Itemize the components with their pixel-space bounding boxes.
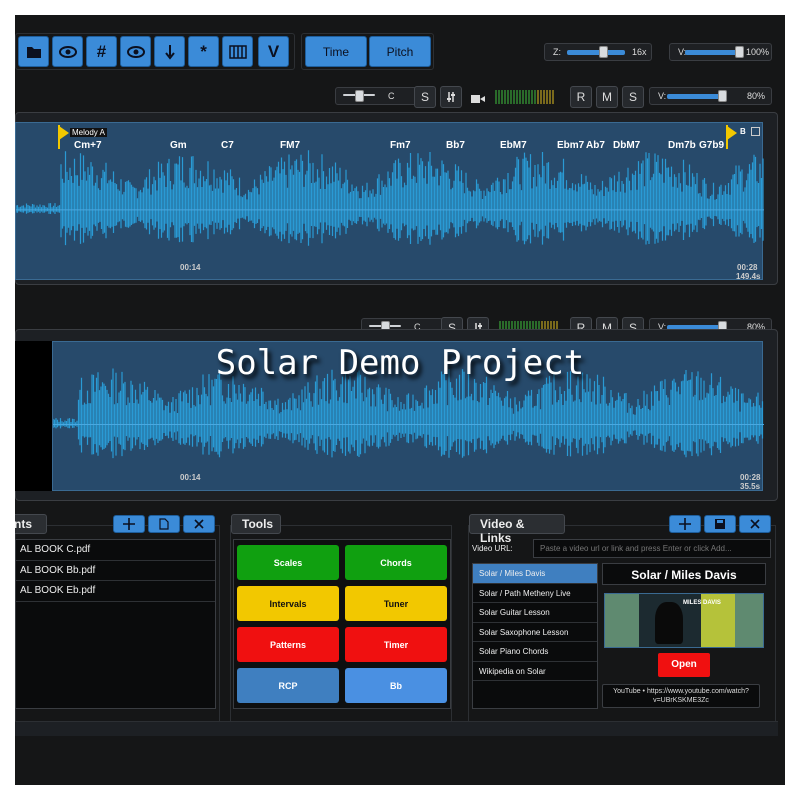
documents-list: AL BOOK C.pdf AL BOOK Bb.pdf AL BOOK Eb.… [15, 539, 216, 709]
status-bar [15, 721, 778, 736]
document-item[interactable]: AL BOOK Bb.pdf [16, 561, 215, 581]
document-item[interactable]: AL BOOK C.pdf [16, 540, 215, 561]
new-file-icon[interactable] [148, 515, 180, 533]
chord-label: Gm [170, 140, 187, 151]
open-video-button[interactable]: Open [658, 653, 710, 677]
asterisk-icon[interactable]: * [188, 36, 219, 67]
app-window: # * V Time Pitch Z: 16x V: 100% C S R M … [15, 15, 785, 785]
track1-pitch-key: C [388, 91, 395, 101]
zoom-label: Z: [553, 47, 561, 57]
chord-label: EbM7 [500, 140, 527, 151]
chords-button[interactable]: Chords [345, 545, 447, 580]
master-volume-knob[interactable] [735, 46, 744, 58]
chord-label: Bb7 [446, 140, 465, 151]
track1-duration: 149.4s [736, 272, 761, 281]
track2-time-mid: 00:14 [180, 473, 201, 482]
time-button[interactable]: Time [305, 36, 367, 67]
track1-solo-button-2[interactable]: S [622, 86, 644, 108]
track1-time-mid: 00:14 [180, 263, 201, 272]
eye-icon[interactable] [120, 36, 151, 67]
video-item[interactable]: Wikipedia on Solar [473, 662, 597, 681]
remove-document-button[interactable] [183, 515, 215, 533]
track1-volume-value: 80% [747, 91, 766, 101]
document-item[interactable]: AL BOOK Eb.pdf [16, 581, 215, 602]
chord-label: Ebm7 [557, 140, 585, 151]
video-item[interactable]: Solar / Path Metheny Live [473, 584, 597, 603]
video-item[interactable]: Solar / Miles Davis [473, 564, 597, 584]
waveform-path [16, 150, 764, 246]
track1-time-end: 00:28 [737, 263, 758, 272]
chord-label: G7b9 [699, 140, 725, 151]
patterns-button[interactable]: Patterns [237, 627, 339, 662]
end-marker-flag-icon[interactable] [726, 125, 738, 154]
track1-pitch-knob[interactable] [355, 90, 364, 102]
track2-duration: 35.5s [740, 482, 761, 491]
pitch-button[interactable]: Pitch [369, 36, 431, 67]
timer-button[interactable]: Timer [345, 627, 447, 662]
track1-pitch-slider[interactable]: C [335, 87, 417, 105]
photo-frame: # * V Time Pitch Z: 16x V: 100% C S R M … [0, 0, 800, 800]
zoom-knob[interactable] [599, 46, 608, 58]
track1-record-button[interactable]: R [570, 86, 592, 108]
chord-label: Cm+7 [74, 140, 102, 151]
chord-label: Ab7 [586, 140, 605, 151]
piano-icon[interactable] [222, 36, 253, 67]
chord-label: Dm7b [668, 140, 696, 151]
v-icon[interactable]: V [258, 36, 289, 67]
end-marker-label: B [740, 127, 746, 136]
chord-label: C7 [221, 140, 234, 151]
video-preview-title: Solar / Miles Davis [602, 563, 766, 585]
video-link-text[interactable]: YouTube • https://www.youtube.com/watch?… [602, 684, 760, 708]
save-icon[interactable] [704, 515, 736, 533]
track1-mute-button[interactable]: M [596, 86, 618, 108]
marker-flag-icon[interactable] [58, 125, 70, 154]
track1-level-meter [495, 90, 554, 104]
track1-volume-knob[interactable] [718, 90, 727, 102]
bb-button[interactable]: Bb [345, 668, 447, 703]
tools-title: Tools [231, 514, 281, 534]
chord-label: Fm7 [390, 140, 411, 151]
chord-label: FM7 [280, 140, 300, 151]
arrow-down-icon[interactable] [154, 36, 185, 67]
master-volume-track [685, 50, 741, 55]
eye-icon[interactable] [52, 36, 83, 67]
track1-waveform[interactable] [15, 122, 764, 280]
marker-label: Melody A [70, 128, 107, 137]
scales-button[interactable]: Scales [237, 545, 339, 580]
tuner-button[interactable]: Tuner [345, 586, 447, 621]
project-title: Solar Demo Project [215, 343, 585, 383]
track1-camera-icon[interactable] [471, 91, 485, 109]
track2-time-end: 00:28 [740, 473, 761, 482]
remove-video-button[interactable] [739, 515, 771, 533]
video-item[interactable]: Solar Piano Chords [473, 642, 597, 662]
master-volume-value: 100% [746, 47, 770, 57]
album-cover-text: MILES DAVIS [683, 600, 721, 606]
intervals-button[interactable]: Intervals [237, 586, 339, 621]
track1-eq-icon[interactable] [440, 86, 462, 108]
video-title: Video & Links [469, 514, 565, 545]
rcp-button[interactable]: RCP [237, 668, 339, 703]
documents-title: nts [15, 514, 47, 534]
video-item[interactable]: Solar Saxophone Lesson [473, 623, 597, 642]
video-thumbnail[interactable]: MILES DAVIS [604, 593, 764, 648]
video-list: Solar / Miles Davis Solar / Path Metheny… [472, 563, 598, 709]
video-url-label: Video URL: [472, 544, 513, 553]
zoom-track [567, 50, 625, 55]
add-video-button[interactable] [669, 515, 701, 533]
album-cover-figure [655, 602, 683, 644]
folder-icon[interactable] [18, 36, 49, 67]
marker-menu-icon[interactable] [751, 127, 760, 136]
video-item[interactable]: Solar Guitar Lesson [473, 603, 597, 623]
track1-solo-button[interactable]: S [414, 86, 436, 108]
chord-label: DbM7 [613, 140, 641, 151]
hash-icon[interactable]: # [86, 36, 117, 67]
video-url-input[interactable] [533, 539, 771, 558]
zoom-value: 16x [632, 47, 647, 57]
add-document-button[interactable] [113, 515, 145, 533]
